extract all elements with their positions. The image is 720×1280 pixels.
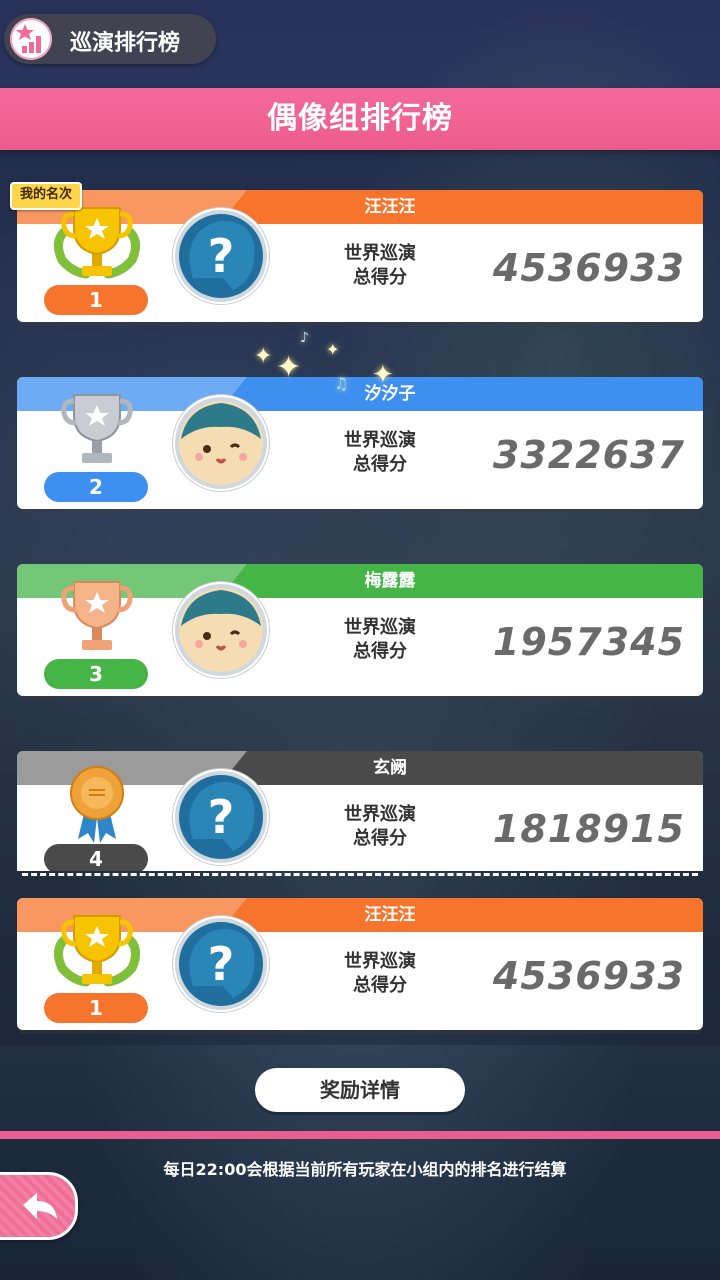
rank-number: 1	[44, 285, 148, 315]
sparkle-icon: ✦	[326, 340, 340, 359]
cat-avatar-icon	[173, 395, 269, 491]
music-note-icon: ♪	[300, 330, 309, 346]
bronze-trophy-icon	[42, 576, 152, 658]
score-label-line2: 总得分	[353, 267, 407, 288]
gold-trophy-icon	[42, 910, 152, 992]
back-arrow-icon	[23, 1193, 57, 1219]
score-label-line2: 总得分	[353, 975, 407, 996]
score-label: 世界巡演 总得分	[335, 429, 425, 477]
ranking-tab[interactable]: 巡演排行榜	[4, 14, 216, 64]
medal-icon	[42, 763, 152, 845]
score-label-line1: 世界巡演	[344, 804, 416, 825]
sparkle-icon: ✦	[276, 350, 302, 385]
total-score: 1818915	[492, 807, 685, 851]
score-label-line2: 总得分	[353, 828, 407, 849]
list-divider	[22, 873, 698, 876]
ranking-tab-label: 巡演排行榜	[70, 31, 181, 56]
ranking-card-1[interactable]: 汪汪汪 1 ? 世界巡演 总得分 4536933	[17, 190, 703, 322]
score-label-line2: 总得分	[353, 641, 407, 662]
ranking-card-4[interactable]: 玄阙 4 ? 世界巡演 总得分 1818915	[17, 751, 703, 871]
score-label-line1: 世界巡演	[344, 617, 416, 638]
score-label-line1: 世界巡演	[344, 430, 416, 451]
score-label: 世界巡演 总得分	[335, 616, 425, 664]
score-label-line2: 总得分	[353, 454, 407, 475]
svg-text:?: ?	[208, 229, 235, 283]
settlement-note: 每日22:00会根据当前所有玩家在小组内的排名进行结算	[163, 1160, 567, 1179]
ranking-card-2[interactable]: 汐汐子 2 世界巡演 总得分 3322637	[17, 377, 703, 509]
unknown-avatar-icon: ?	[173, 208, 269, 304]
total-score: 4536933	[492, 954, 685, 998]
unknown-avatar-icon: ?	[173, 769, 269, 865]
page-title: 偶像组排行榜	[267, 101, 453, 136]
svg-text:?: ?	[208, 937, 235, 991]
back-button[interactable]	[0, 1172, 78, 1240]
my-rank-badge: 我的名次	[10, 182, 83, 210]
rank-number: 2	[44, 472, 148, 502]
rank-number: 1	[44, 993, 148, 1023]
my-ranking-card[interactable]: 汪汪汪 1 ? 世界巡演 总得分 4536933	[17, 898, 703, 1030]
svg-text:?: ?	[208, 790, 235, 844]
score-label-line1: 世界巡演	[344, 243, 416, 264]
score-label: 世界巡演 总得分	[335, 242, 425, 290]
music-note-icon: ♫	[334, 374, 349, 393]
gold-trophy-icon	[42, 202, 152, 284]
sparkle-icon: ✦	[254, 344, 273, 369]
sparkle-icon: ✦	[372, 360, 394, 390]
page-title-banner: 偶像组排行榜	[0, 88, 720, 150]
ranking-star-chart-icon	[10, 18, 52, 60]
silver-trophy-icon	[42, 389, 152, 471]
rank-number: 3	[44, 659, 148, 689]
footer-divider	[0, 1131, 720, 1139]
ranking-card-3[interactable]: 梅露露 3 世界巡演 总得分 1957345	[17, 564, 703, 696]
reward-details-button[interactable]: 奖励详情	[255, 1068, 465, 1112]
unknown-avatar-icon: ?	[173, 916, 269, 1012]
score-label-line1: 世界巡演	[344, 951, 416, 972]
total-score: 4536933	[492, 246, 685, 290]
rank-number: 4	[44, 844, 148, 871]
score-label: 世界巡演 总得分	[335, 803, 425, 851]
total-score: 3322637	[492, 433, 685, 477]
total-score: 1957345	[492, 620, 685, 664]
cat-avatar-icon	[173, 582, 269, 678]
score-label: 世界巡演 总得分	[335, 950, 425, 998]
